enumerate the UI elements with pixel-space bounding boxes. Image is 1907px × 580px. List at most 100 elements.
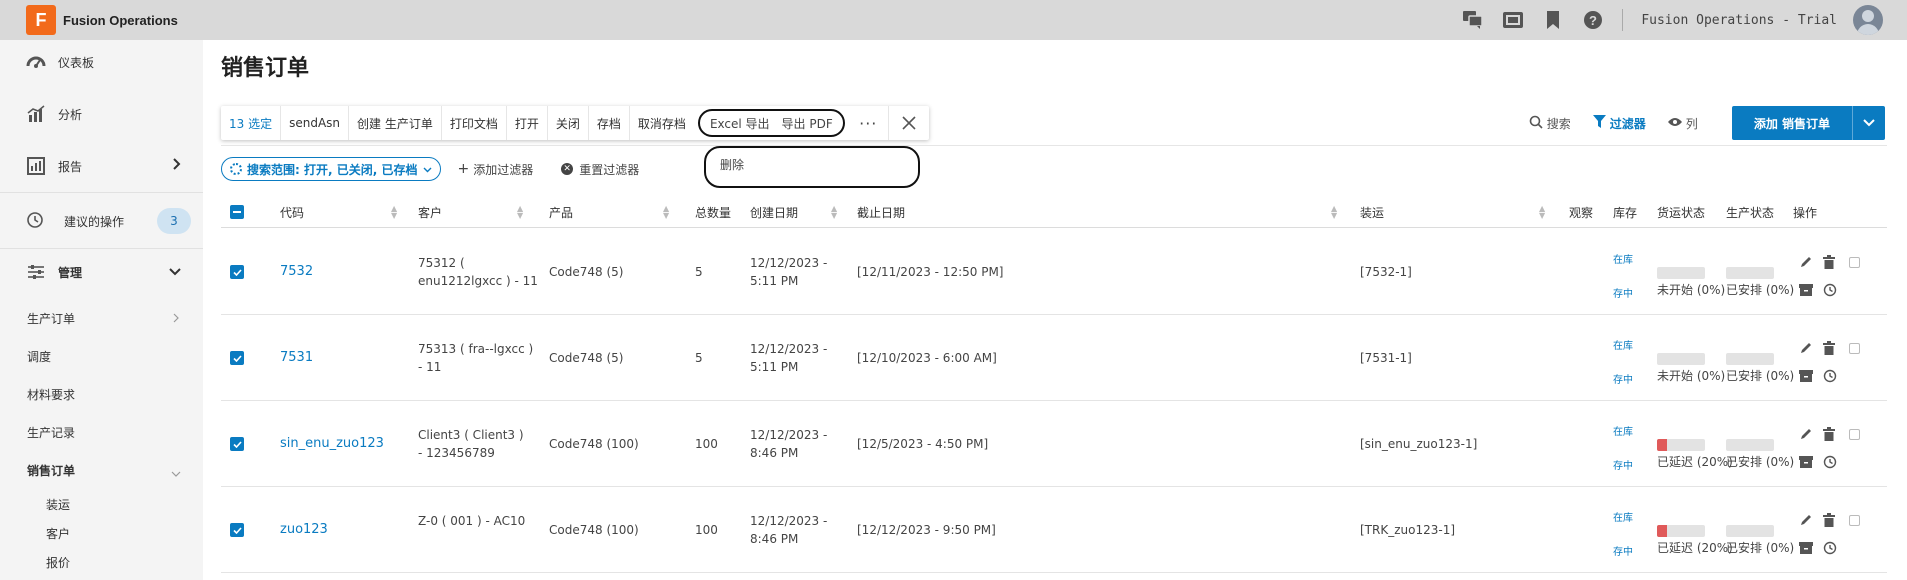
order-code-link[interactable]: zuo123	[280, 521, 328, 539]
bookmark-icon[interactable]	[1542, 9, 1564, 31]
close-button[interactable]: 关闭	[548, 106, 589, 140]
table-row[interactable]: 7531 75313 ( fra--lgxcc ) - 11 Code748 (…	[221, 315, 1887, 401]
sidebar-item-analytics[interactable]: 分析	[0, 104, 203, 124]
create-production-order-button[interactable]: 创建 生产订单	[349, 106, 442, 140]
sidebar-item-reports[interactable]: 报告	[0, 156, 203, 176]
archive-icon[interactable]	[1799, 369, 1813, 383]
sort-icon[interactable]: ▲ ▼	[517, 205, 525, 220]
inventory-link[interactable]: 在库	[1613, 251, 1633, 266]
sidebar-item-production-records[interactable]: 生产记录	[27, 424, 75, 441]
column-header-total-quantity[interactable]: 总数量	[695, 196, 731, 228]
sort-icon[interactable]: ▲ ▼	[391, 205, 399, 220]
more-actions-button[interactable]: ···	[849, 106, 889, 140]
print-documents-button[interactable]: 打印文档	[442, 106, 507, 140]
send-asn-button[interactable]: sendAsn	[281, 106, 350, 140]
archive-icon[interactable]	[1799, 455, 1813, 469]
sort-icon[interactable]: ▲ ▼	[1539, 205, 1547, 220]
row-checkbox[interactable]	[230, 265, 244, 279]
row-checkbox[interactable]	[230, 523, 244, 537]
open-button[interactable]: 打开	[507, 106, 548, 140]
shipment-cell[interactable]: [sin_enu_zuo123-1]	[1360, 435, 1477, 453]
sort-icon[interactable]: ▲ ▼	[663, 205, 671, 220]
history-icon[interactable]	[1823, 541, 1837, 555]
watch-checkbox[interactable]	[1849, 257, 1860, 268]
watch-checkbox[interactable]	[1849, 515, 1860, 526]
selected-count[interactable]: 13 选定	[221, 106, 282, 140]
pdf-export-button[interactable]: 导出 PDF	[776, 111, 839, 135]
inventory-link[interactable]: 在库	[1613, 337, 1633, 352]
column-header-customer[interactable]: 客户	[418, 196, 442, 228]
help-icon[interactable]: ?	[1582, 9, 1604, 31]
inventory-link[interactable]: 存中	[1613, 457, 1633, 472]
watch-checkbox[interactable]	[1849, 343, 1860, 354]
add-filter-button[interactable]: + 添加过滤器	[457, 161, 533, 178]
select-all-checkbox-box[interactable]	[230, 205, 244, 219]
chat-icon[interactable]	[1462, 9, 1484, 31]
column-header-shipment[interactable]: 装运	[1360, 196, 1384, 228]
shipment-cell[interactable]: [TRK_zuo123-1]	[1360, 521, 1455, 539]
column-header-product[interactable]: 产品	[549, 196, 573, 228]
select-all-checkbox[interactable]	[230, 196, 244, 228]
search-button[interactable]: 搜索	[1529, 115, 1571, 132]
history-icon[interactable]	[1823, 283, 1837, 297]
inventory-link[interactable]: 存中	[1613, 543, 1633, 558]
sort-icon[interactable]: ▲ ▼	[831, 205, 839, 220]
column-header-code[interactable]: 代码	[280, 196, 304, 228]
sidebar-item-sales-orders[interactable]: 销售订单	[27, 462, 75, 479]
inventory-link[interactable]: 存中	[1613, 371, 1633, 386]
add-sales-order-button[interactable]: 添加 销售订单	[1731, 106, 1885, 140]
order-code-link[interactable]: 7532	[280, 263, 313, 281]
order-code-link[interactable]: 7531	[280, 349, 313, 367]
archive-icon[interactable]	[1799, 541, 1813, 555]
trash-icon[interactable]	[1823, 513, 1837, 527]
table-row[interactable]: zuo123 Z-0 ( 001 ) - AC10 Code748 (100) …	[221, 487, 1887, 573]
column-header-production-status[interactable]: 生产状态	[1726, 196, 1774, 228]
excel-export-button[interactable]: Excel 导出	[704, 111, 776, 135]
watch-checkbox[interactable]	[1849, 429, 1860, 440]
add-sales-order-label[interactable]: 添加 销售订单	[1732, 106, 1853, 140]
search-scope-chip[interactable]: 搜索范围: 打开, 已关闭, 已存档	[221, 157, 442, 181]
sidebar-item-material-requirements[interactable]: 材料要求	[27, 386, 75, 403]
row-checkbox[interactable]	[230, 437, 244, 451]
edit-icon[interactable]	[1799, 427, 1813, 441]
chevron-down-icon[interactable]	[1853, 106, 1885, 140]
sidebar-item-suggested-actions[interactable]: 建议的操作 3	[0, 208, 203, 234]
avatar[interactable]	[1853, 5, 1883, 35]
delete-menu-item[interactable]: 删除	[720, 156, 744, 173]
table-row[interactable]: sin_enu_zuo123 Client3 ( Client3 ) - 123…	[221, 401, 1887, 487]
column-header-created-date[interactable]: 创建日期	[750, 196, 798, 228]
sidebar-item-scheduling[interactable]: 调度	[27, 348, 51, 365]
edit-icon[interactable]	[1799, 341, 1813, 355]
column-header-shipping-status[interactable]: 货运状态	[1657, 196, 1705, 228]
sort-icon[interactable]: ▲ ▼	[1331, 205, 1339, 220]
edit-icon[interactable]	[1799, 255, 1813, 269]
inventory-link[interactable]: 在库	[1613, 423, 1633, 438]
shipment-cell[interactable]: [7531-1]	[1360, 349, 1412, 367]
history-icon[interactable]	[1823, 455, 1837, 469]
shipment-cell[interactable]: [7532-1]	[1360, 263, 1412, 281]
table-row[interactable]: 7532 75312 ( enu1212lgxcc ) - 11 Code748…	[221, 229, 1887, 315]
trash-icon[interactable]	[1823, 427, 1837, 441]
column-header-due-date[interactable]: 截止日期	[857, 196, 905, 228]
column-header-inventory[interactable]: 库存	[1613, 196, 1637, 228]
tv-icon[interactable]	[1502, 9, 1524, 31]
sidebar-item-dashboard[interactable]: 仪表板	[0, 52, 203, 72]
brand[interactable]: F Fusion Operations	[26, 5, 178, 35]
sidebar-item-customers[interactable]: 客户	[46, 525, 70, 542]
sidebar-item-shipments[interactable]: 装运	[46, 496, 70, 513]
order-code-link[interactable]: sin_enu_zuo123	[280, 435, 384, 453]
inventory-link[interactable]: 在库	[1613, 509, 1633, 524]
trash-icon[interactable]	[1823, 341, 1837, 355]
unarchive-button[interactable]: 取消存档	[630, 106, 694, 140]
archive-button[interactable]: 存档	[589, 106, 630, 140]
column-header-watch[interactable]: 观察	[1569, 196, 1593, 228]
close-icon[interactable]	[889, 106, 929, 140]
sidebar-item-manage[interactable]: 管理	[0, 262, 203, 282]
row-checkbox[interactable]	[230, 351, 244, 365]
trash-icon[interactable]	[1823, 255, 1837, 269]
sidebar-item-quotes[interactable]: 报价	[46, 554, 70, 571]
edit-icon[interactable]	[1799, 513, 1813, 527]
inventory-link[interactable]: 存中	[1613, 285, 1633, 300]
filter-button[interactable]: 过滤器	[1592, 115, 1646, 132]
history-icon[interactable]	[1823, 369, 1837, 383]
